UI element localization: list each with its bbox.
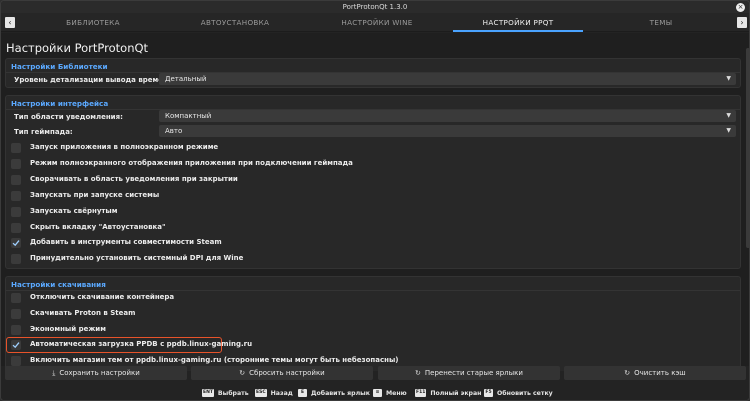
option-fullscreen[interactable]: Запуск приложения в полноэкранном режиме (6, 141, 740, 155)
clear-cache-button[interactable]: ↻ Очистить кэш (564, 366, 746, 380)
refresh-icon: ↻ (239, 369, 246, 377)
option-gamepad-fullscreen[interactable]: Режим полноэкранного отображения приложе… (6, 157, 740, 171)
tray-type-select[interactable]: Компактный ▼ (159, 110, 736, 122)
time-detail-label: Уровень детализации вывода времени: (14, 76, 176, 84)
page-title: Настройки PortProtonQt (6, 41, 149, 55)
time-detail-value: Детальный (165, 75, 207, 83)
checkbox[interactable] (11, 207, 21, 217)
f11-key-icon: F11 (415, 389, 427, 397)
option-start-minimized[interactable]: Запускать свёрнутым (6, 205, 740, 219)
checkbox[interactable] (11, 254, 21, 264)
option-label: Добавить в инструменты совместимости Ste… (30, 238, 222, 246)
checkbox[interactable] (11, 175, 21, 185)
download-settings-panel: Настройки скачивания Отключить скачивани… (5, 276, 741, 371)
tray-type-label: Тип области уведомления: (14, 113, 123, 121)
tab-library[interactable]: БИБЛИОТЕКА (23, 13, 163, 32)
save-settings-button[interactable]: ⤓ Сохранить настройки (5, 366, 187, 380)
escape-key-icon: ESC (255, 389, 267, 397)
checkbox[interactable] (11, 191, 21, 201)
refresh-icon: ↻ (415, 369, 421, 377)
option-label: Включить магазин тем от ppdb.linux-gamin… (30, 356, 399, 364)
gamepad-type-value: Авто (165, 127, 183, 135)
close-icon[interactable]: × (736, 3, 745, 12)
check-icon (12, 342, 20, 349)
chevron-down-icon: ▼ (726, 112, 731, 119)
checkbox[interactable] (11, 159, 21, 169)
tab-ppqt-settings[interactable]: НАСТРОЙКИ PPQT (453, 13, 583, 32)
hint-add-shortcut: E Добавить ярлык (298, 389, 370, 397)
tab-autoinstall[interactable]: АВТОУСТАНОВКА (165, 13, 305, 32)
hint-select: ENT Выбрать (202, 389, 249, 397)
chevron-down-icon: ▼ (726, 75, 731, 82)
checkbox[interactable] (11, 325, 21, 335)
option-label: Запускать при запуске системы (30, 191, 160, 199)
interface-settings-panel: Настройки интерфейса Тип области уведомл… (5, 95, 741, 269)
tab-themes[interactable]: ТЕМЫ (591, 13, 731, 32)
scrollbar-thumb[interactable] (746, 48, 749, 248)
chevron-down-icon: ▼ (726, 127, 731, 134)
tab-wine-settings[interactable]: НАСТРОЙКИ WINE (307, 13, 447, 32)
option-label: Сворачивать в область уведомления при за… (30, 175, 238, 183)
enter-key-icon: ENT (202, 389, 214, 397)
reset-settings-button[interactable]: ↻ Сбросить настройки (191, 366, 373, 380)
gamepad-type-select[interactable]: Авто ▼ (159, 125, 736, 137)
menu-key-icon: ≡ (373, 389, 382, 397)
hint-back: ESC Назад (255, 389, 293, 397)
title-bar: PortProtonQt 1.3.0 × (1, 1, 749, 13)
tab-scroll-right-icon[interactable]: › (737, 17, 747, 28)
library-section-title: Настройки Библиотеки (11, 62, 108, 71)
option-label: Скачивать Proton в Steam (30, 309, 136, 317)
library-settings-panel: Настройки Библиотеки Уровень детализации… (5, 58, 741, 88)
gamepad-hints-bar: ENT Выбрать ESC Назад E Добавить ярлык ≡ Мен… (1, 384, 749, 400)
option-label: Запускать свёрнутым (30, 207, 118, 215)
save-icon: ⤓ (52, 369, 56, 377)
option-economy-mode[interactable]: Экономный режим (6, 323, 740, 337)
refresh-icon: ↻ (624, 369, 631, 377)
option-steam-compat-tool[interactable]: Добавить в инструменты совместимости Ste… (6, 236, 740, 250)
scrollbar[interactable] (746, 33, 749, 366)
option-label: Экономный режим (30, 325, 106, 333)
option-proton-in-steam[interactable]: Скачивать Proton в Steam (6, 307, 740, 321)
hint-fullscreen: F11 Полный экран (415, 389, 482, 397)
option-auto-ppdb-download[interactable]: Автоматическая загрузка PPDB с ppdb.linu… (6, 338, 740, 352)
time-detail-select[interactable]: Детальный ▼ (159, 73, 736, 85)
tab-bar: ‹ БИБЛИОТЕКА АВТОУСТАНОВКА НАСТРОЙКИ WIN… (1, 13, 749, 32)
f5-key-icon: F5 (484, 389, 493, 397)
checkbox[interactable] (11, 143, 21, 153)
option-label: Отключить скачивание контейнера (30, 293, 175, 301)
option-label: Принудительно установить системный DPI д… (30, 254, 244, 262)
download-section-title: Настройки скачивания (11, 280, 106, 289)
window-title: PortProtonQt 1.3.0 (342, 3, 408, 11)
settings-content: Настройки PortProtonQt Настройки Библиот… (1, 33, 749, 371)
e-key-icon: E (298, 389, 307, 397)
tray-type-value: Компактный (165, 112, 212, 120)
checkbox-checked[interactable] (11, 238, 21, 248)
action-bar: ⤓ Сохранить настройки ↻ Сбросить настройки… (1, 366, 749, 381)
interface-section-title: Настройки интерфейса (11, 99, 109, 108)
option-autostart[interactable]: Запускать при запуске системы (6, 189, 740, 203)
option-hide-autoinstall-tab[interactable]: Скрыть вкладку "Автоустановка" (6, 221, 740, 235)
hint-menu: ≡ Меню (373, 389, 407, 397)
migrate-shortcuts-button[interactable]: ↻ Перенести старые ярлыки (378, 366, 560, 380)
checkbox-checked[interactable] (11, 340, 21, 350)
checkbox[interactable] (11, 309, 21, 319)
option-minimize-to-tray[interactable]: Сворачивать в область уведомления при за… (6, 173, 740, 187)
option-disable-container-download[interactable]: Отключить скачивание контейнера (6, 291, 740, 305)
app-window: PortProtonQt 1.3.0 × ‹ БИБЛИОТЕКА АВТОУС… (0, 0, 750, 401)
option-label: Режим полноэкранного отображения приложе… (30, 159, 353, 167)
option-label: Скрыть вкладку "Автоустановка" (30, 223, 166, 231)
hint-refresh-grid: F5 Обновить сетку (484, 389, 553, 397)
tab-scroll-left-icon[interactable]: ‹ (5, 17, 15, 28)
check-icon (12, 240, 20, 247)
gamepad-type-label: Тип геймпада: (14, 128, 73, 136)
option-label: Запуск приложения в полноэкранном режиме (30, 143, 219, 151)
checkbox[interactable] (11, 223, 21, 233)
checkbox[interactable] (11, 356, 21, 366)
option-force-system-dpi[interactable]: Принудительно установить системный DPI д… (6, 252, 740, 266)
option-label: Автоматическая загрузка PPDB с ppdb.linu… (30, 340, 253, 348)
checkbox[interactable] (11, 293, 21, 303)
